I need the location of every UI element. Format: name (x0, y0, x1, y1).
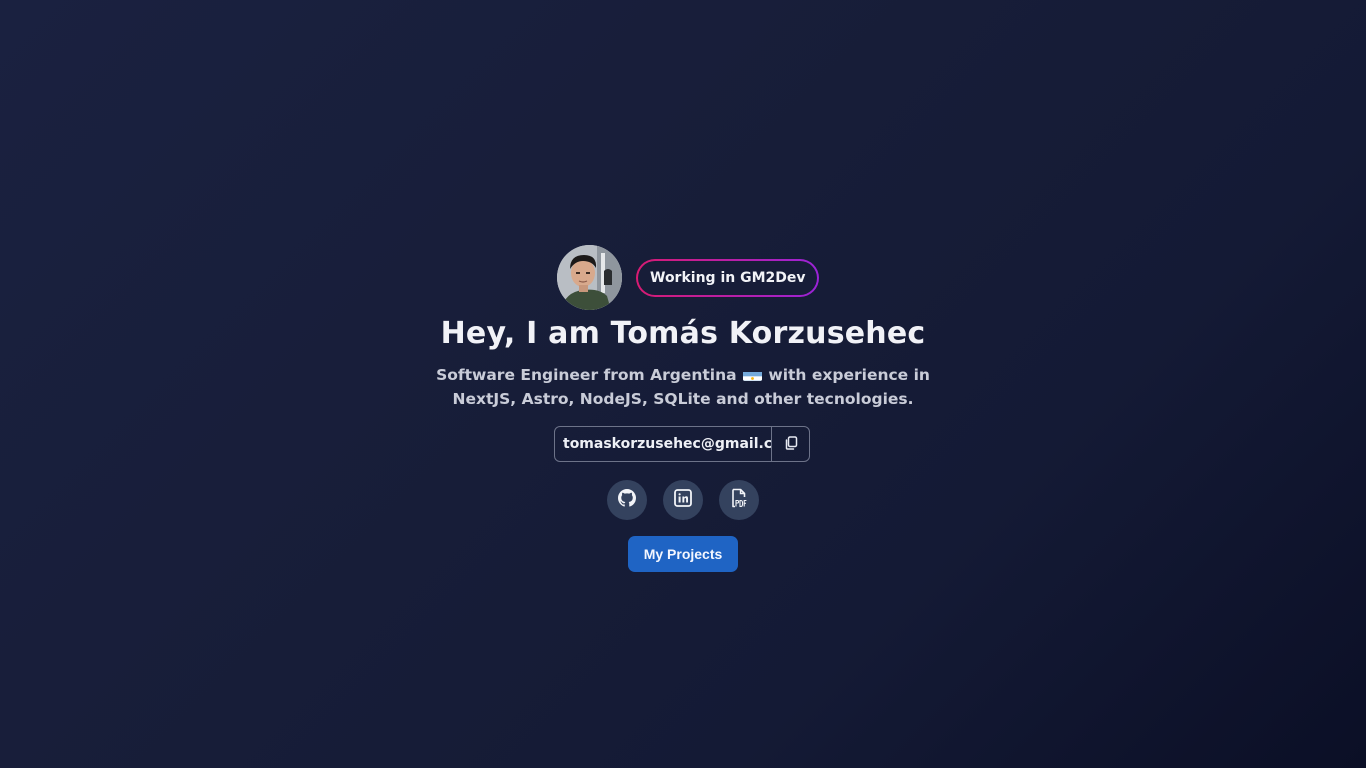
resume-pdf-link[interactable] (719, 480, 759, 520)
subtitle-text-start: Software Engineer from Argentina (436, 366, 737, 384)
copy-email-button[interactable] (771, 427, 809, 461)
social-links (607, 480, 759, 520)
profile-header: Working in GM2Dev (557, 245, 820, 310)
linkedin-link[interactable] (663, 480, 703, 520)
github-icon (618, 489, 636, 511)
email-address[interactable]: tomaskorzusehec@gmail.com (555, 427, 771, 461)
page-subtitle: Software Engineer from Argentina with ex… (433, 363, 933, 411)
copy-icon (784, 435, 798, 454)
linkedin-icon (674, 489, 692, 511)
page-title: Hey, I am Tomás Korzusehec (440, 316, 926, 351)
hero-section: Working in GM2Dev Hey, I am Tomás Korzus… (0, 0, 1366, 768)
pdf-icon (730, 488, 748, 512)
avatar-photo (557, 245, 622, 310)
avatar (557, 245, 622, 310)
status-badge-label: Working in GM2Dev (638, 260, 818, 295)
status-badge: Working in GM2Dev (636, 258, 820, 297)
argentina-flag-icon (742, 368, 762, 381)
my-projects-button[interactable]: My Projects (628, 536, 738, 572)
email-field: tomaskorzusehec@gmail.com (554, 426, 810, 462)
github-link[interactable] (607, 480, 647, 520)
